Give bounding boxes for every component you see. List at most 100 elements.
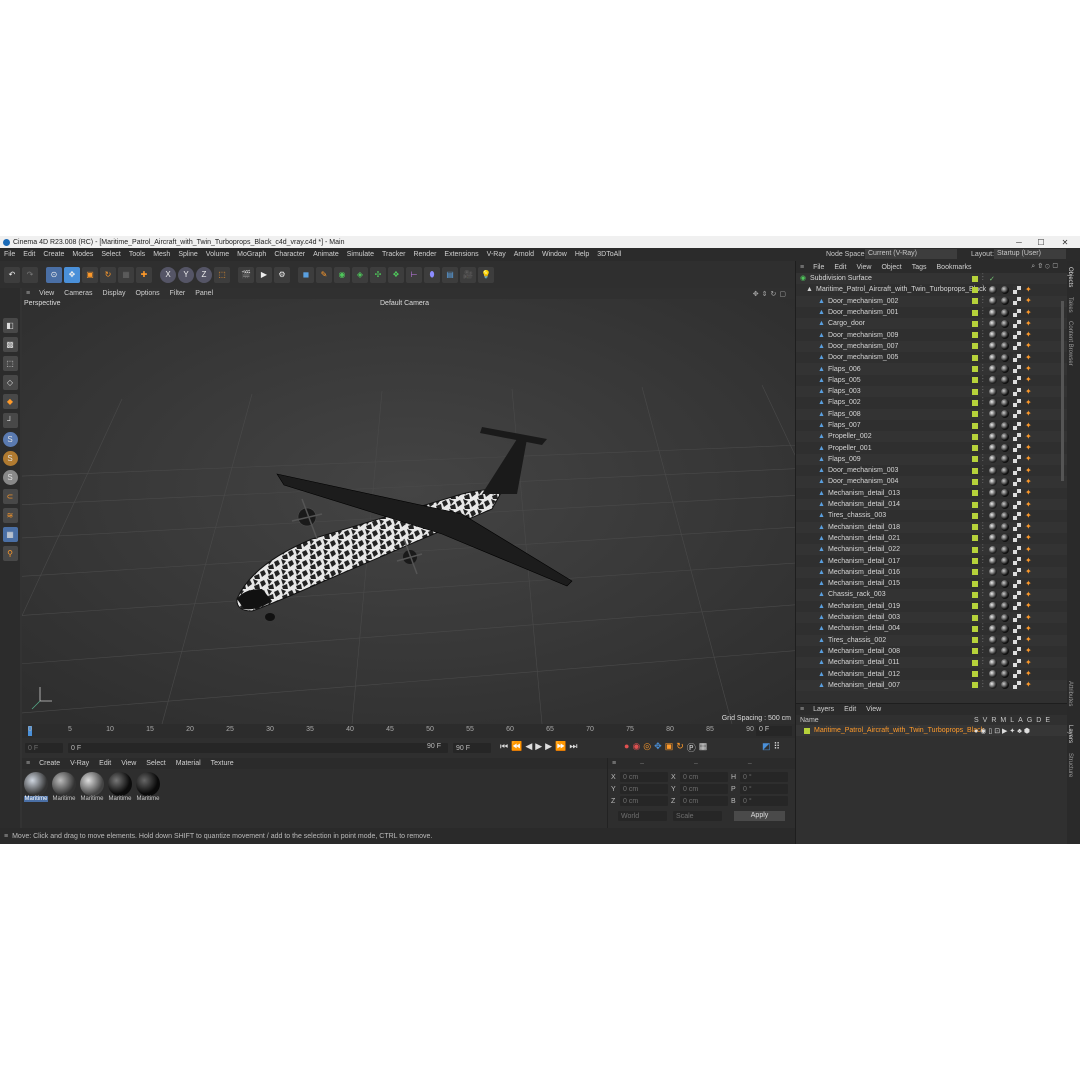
menu-help[interactable]: Help [571,251,593,258]
end-frame-field[interactable]: 90 F [453,743,491,753]
cloner-icon[interactable]: ✣ [370,266,386,283]
menu-mograph[interactable]: MoGraph [233,251,270,258]
object-tags[interactable]: :: ✦ [972,646,1032,656]
material-swatch[interactable]: Maritime [52,772,76,802]
snap-settings-icon[interactable]: S [2,451,18,466]
layout-select[interactable]: Startup (User) [994,249,1066,259]
cube-icon[interactable]: ◼ [298,266,314,283]
object-row[interactable]: ▲ Door_mechanism_002:: ✦ [796,295,1067,307]
magnet-icon[interactable]: ⊂ [2,489,18,504]
objects-menu-view[interactable]: View [851,264,876,271]
object-row[interactable]: ▲ Tires_chassis_002:: ✦ [796,634,1067,646]
layer-flag-header[interactable]: D [1036,717,1041,724]
object-tags[interactable]: :: ✦ [972,296,1032,306]
z-axis-icon[interactable]: Z [196,266,212,283]
objects-scrollbar[interactable] [1061,301,1064,481]
object-row-root[interactable]: ◉ Subdivision Surface:: ✓ [796,273,1067,285]
key-position-icon[interactable]: ✥ [654,741,662,754]
object-tags[interactable]: :: ✦ [972,431,1032,441]
menu-3dtoall[interactable]: 3DToAll [593,251,625,258]
last-tool-icon[interactable]: ▦ [118,266,134,283]
tab-structure[interactable]: Structure [1067,753,1073,789]
menu-extensions[interactable]: Extensions [440,251,482,258]
coordinate-system-icon[interactable]: ⬚ [214,266,230,283]
go-to-end-icon[interactable]: ⏭ [569,741,577,752]
select-tool-icon[interactable]: ⊙ [46,266,62,283]
render-view-icon[interactable]: 🎬 [238,266,254,283]
layer-flag-header[interactable]: S [974,717,979,724]
object-tags[interactable]: :: ✦ [972,352,1032,362]
object-tags[interactable]: :: ✦ [972,601,1032,611]
viewport-menu-panel[interactable]: Panel [190,290,218,297]
menu-character[interactable]: Character [270,251,309,258]
maximize-button[interactable]: ☐ [1030,236,1052,248]
viewport-menu-view[interactable]: View [34,290,59,297]
viewport-perspective[interactable]: Perspective Default Camera Grid Spacing … [22,299,795,724]
coords-hamburger-icon[interactable]: ≡ [608,760,620,767]
tab-objects[interactable]: Objects [1067,261,1073,297]
material-swatch[interactable]: Maritime [136,772,160,802]
object-tags[interactable]: :: ✦ [972,612,1032,622]
record-icon[interactable]: ● [624,741,629,754]
coords-world-select[interactable]: World [618,811,668,821]
start-frame-field[interactable]: 0 F [25,743,63,753]
undo-icon[interactable]: ↶ [4,266,20,283]
redo-icon[interactable]: ↷ [22,266,38,283]
object-tags[interactable]: :: ✦ [972,364,1032,374]
coords-value-field[interactable]: 0 cm [680,772,728,782]
material-menu-texture[interactable]: Texture [206,760,239,767]
move-tool-icon[interactable]: ✥ [64,266,80,283]
layer-flag-header[interactable]: G [1027,717,1032,724]
objects-menu-edit[interactable]: Edit [829,264,851,271]
object-tags[interactable]: :: ✦ [972,589,1032,599]
object-row[interactable]: ▲ Door_mechanism_007:: ✦ [796,340,1067,353]
menu-create[interactable]: Create [39,251,68,258]
previous-key-icon[interactable]: ⏪ [511,741,522,752]
layer-flag-header[interactable]: E [1045,717,1050,724]
object-row[interactable]: ▲ Propeller_001:: ✦ [796,442,1067,454]
viewport-menu-filter[interactable]: Filter [165,290,191,297]
object-row[interactable]: ▲ Flaps_008:: ✦ [796,408,1067,420]
coords-value-field[interactable]: 0 ° [740,796,788,806]
object-tags[interactable]: :: ✦ [972,420,1032,430]
material-swatch[interactable]: Maritime [24,772,48,802]
x-axis-icon[interactable]: X [160,266,176,283]
object-tags[interactable]: :: ✦ [972,465,1032,475]
next-key-icon[interactable]: ⏩ [555,741,566,752]
object-tags[interactable]: :: ✦ [972,307,1032,317]
object-row[interactable]: ▲ Flaps_003:: ✦ [796,385,1067,398]
polygons-mode-icon[interactable]: ◆ [2,394,18,409]
floor-icon[interactable]: ▤ [442,266,458,283]
range-slider[interactable]: 0 F [68,743,448,753]
object-tags[interactable]: :: ✦ [972,284,1032,294]
coords-value-field[interactable]: 0 cm [680,784,728,794]
field-icon[interactable]: ⬮ [424,266,440,283]
hamburger-icon[interactable]: ≡ [22,290,34,297]
material-menu-edit[interactable]: Edit [94,760,116,767]
object-tags[interactable]: :: ✦ [972,488,1032,498]
material-menu-create[interactable]: Create [34,760,65,767]
object-row[interactable]: ▲ Mechanism_detail_016:: ✦ [796,566,1067,579]
menu-arnold[interactable]: Arnold [510,251,538,258]
object-tags[interactable]: :: ✦ [972,657,1032,667]
timeline-dots-icon[interactable]: ⠿ [774,741,781,752]
subdivision-icon[interactable]: ◉ [334,266,350,283]
apply-button[interactable]: Apply [734,811,785,821]
objects-hamburger-icon[interactable]: ≡ [796,264,808,271]
keyframe-selection-icon[interactable]: ◎ [643,741,651,754]
coords-value-field[interactable]: 0 cm [680,796,728,806]
object-tags[interactable]: :: ✦ [972,522,1032,532]
objects-search-icons[interactable]: ⌕⇧⊙▢ [1031,263,1061,271]
generator-icon[interactable]: ◈ [352,266,368,283]
coords-value-field[interactable]: 0 ° [740,772,788,782]
object-tags[interactable]: :: ✦ [972,454,1032,464]
objects-menu-tags[interactable]: Tags [907,264,932,271]
object-row[interactable]: ▲ Flaps_002:: ✦ [796,397,1067,409]
object-row[interactable]: ▲ Cargo_door:: ✦ [796,318,1067,330]
object-row[interactable]: ▲ Mechanism_detail_007:: ✦ [796,679,1067,691]
object-row[interactable]: ▲ Flaps_006:: ✦ [796,363,1067,375]
layers-menu-layers[interactable]: Layers [808,706,839,713]
autokey-icon[interactable]: ◉ [632,741,640,754]
object-row[interactable]: ▲ Flaps_009:: ✦ [796,453,1067,466]
y-axis-icon[interactable]: Y [178,266,194,283]
